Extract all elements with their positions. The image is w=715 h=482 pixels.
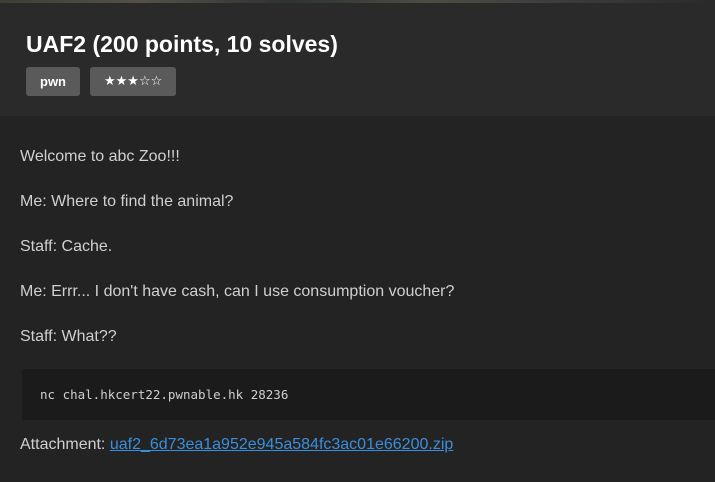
challenge-header: UAF2 (200 points, 10 solves) pwn ★★★☆☆ bbox=[0, 3, 715, 116]
difficulty-tag[interactable]: ★★★☆☆ bbox=[90, 67, 177, 96]
category-tag[interactable]: pwn bbox=[26, 67, 80, 96]
description-paragraph: Staff: What?? bbox=[20, 328, 117, 345]
connection-command[interactable]: nc chal.hkcert22.pwnable.hk 28236 bbox=[40, 387, 288, 402]
description-paragraph: Me: Where to find the animal? bbox=[20, 193, 234, 210]
challenge-tags: pwn ★★★☆☆ bbox=[26, 67, 177, 96]
connection-command-block: nc chal.hkcert22.pwnable.hk 28236 bbox=[22, 369, 715, 420]
attachment-label: Attachment: bbox=[20, 436, 110, 453]
challenge-description: Welcome to abc Zoo!!! Me: Where to find … bbox=[20, 146, 710, 371]
description-paragraph: Welcome to abc Zoo!!! bbox=[20, 148, 180, 165]
challenge-title: UAF2 (200 points, 10 solves) bbox=[26, 31, 338, 57]
description-paragraph: Staff: Cache. bbox=[20, 238, 113, 255]
attachment-line: Attachment: uaf2_6d73ea1a952e945a584fc3a… bbox=[20, 436, 453, 454]
attachment-link[interactable]: uaf2_6d73ea1a952e945a584fc3ac01e66200.zi… bbox=[110, 436, 453, 453]
description-paragraph: Me: Errr... I don't have cash, can I use… bbox=[20, 283, 455, 300]
